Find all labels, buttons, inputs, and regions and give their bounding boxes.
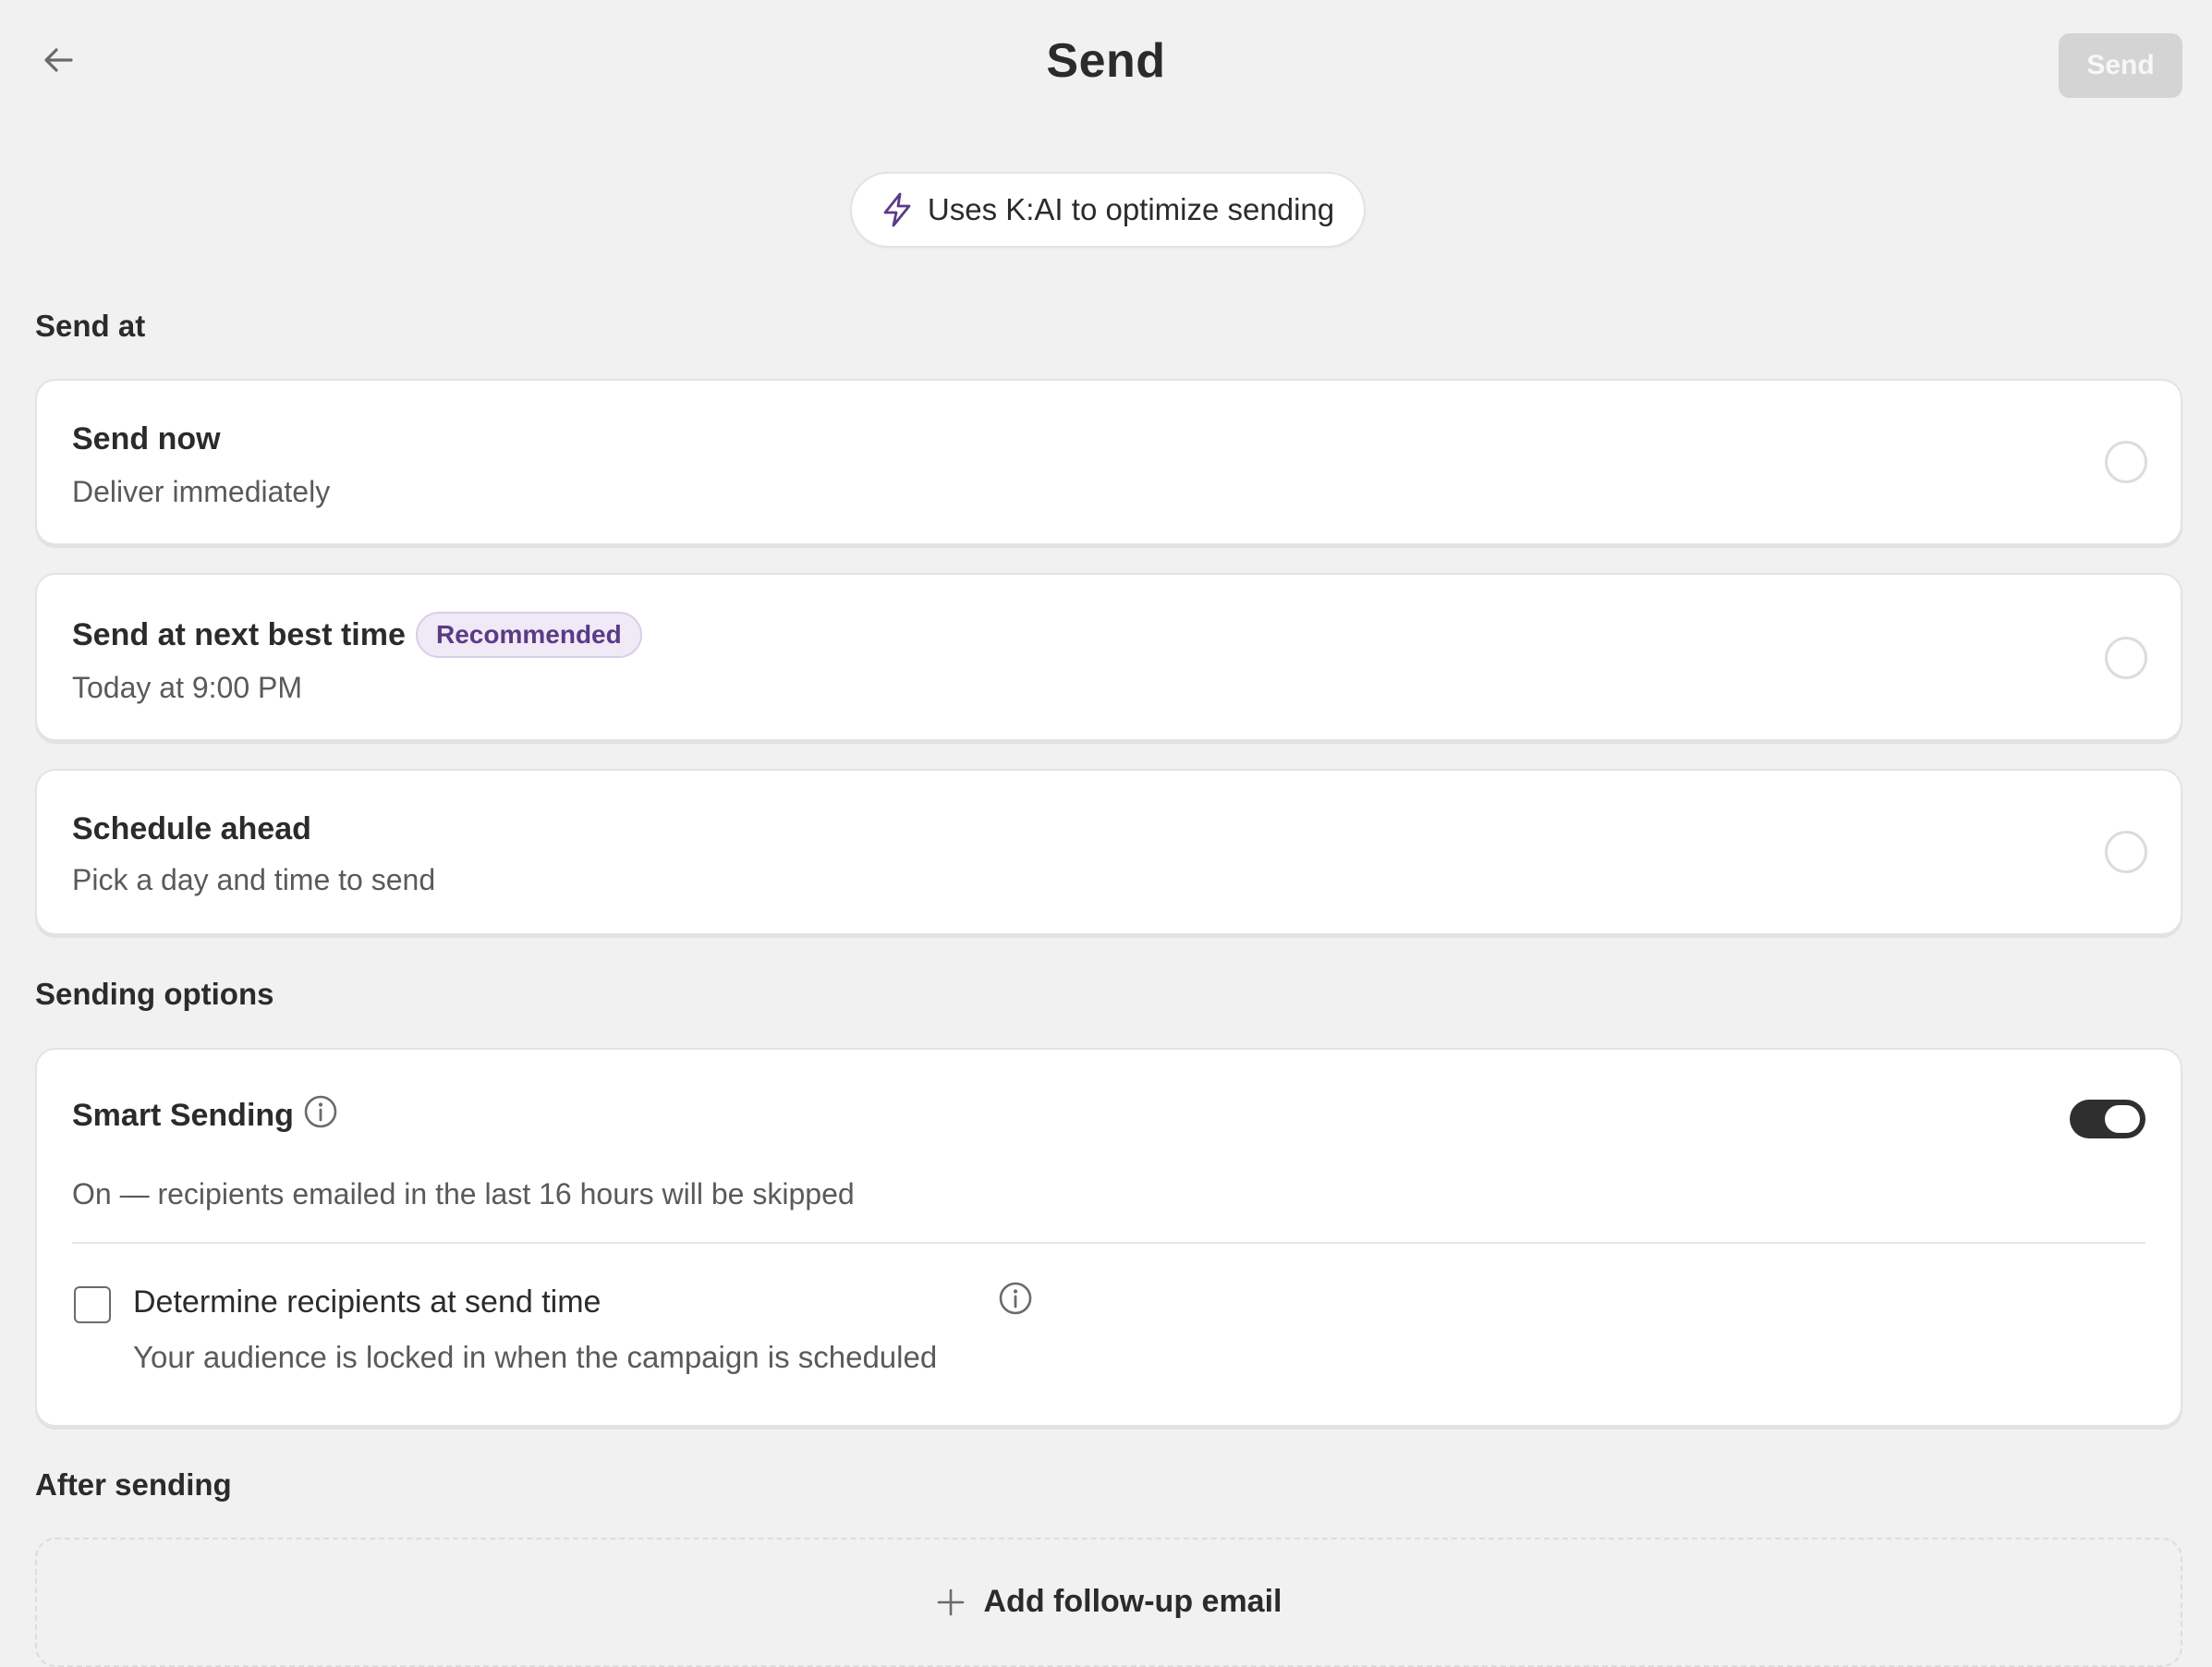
smart-sending-toggle[interactable] (2070, 1100, 2145, 1138)
after-sending-heading: After sending (35, 1467, 232, 1502)
sending-options-heading: Sending options (35, 977, 274, 1011)
send-button[interactable]: Send (2059, 33, 2182, 98)
add-followup-label: Add follow-up email (983, 1584, 1282, 1619)
next-best-time-title: Send at next best time (72, 617, 406, 652)
toggle-knob (2105, 1105, 2140, 1133)
next-best-time-radio[interactable] (2105, 637, 2147, 679)
send-now-subtitle: Deliver immediately (72, 475, 331, 508)
add-followup-area[interactable]: Add follow-up email (35, 1538, 2182, 1667)
schedule-ahead-radio[interactable] (2105, 831, 2147, 873)
ai-pill-text: Uses K:AI to optimize sending (927, 192, 1335, 226)
smart-sending-title: Smart Sending (72, 1098, 294, 1133)
send-now-title: Send now (72, 421, 221, 456)
determine-recipients-label: Determine recipients at send time (133, 1284, 602, 1320)
page-title: Send (1046, 34, 1166, 88)
plus-icon (937, 1588, 964, 1615)
info-icon[interactable] (998, 1281, 1033, 1316)
schedule-ahead-title: Schedule ahead (72, 811, 311, 846)
divider (72, 1242, 2145, 1244)
smart-sending-description: On — recipients emailed in the last 16 h… (72, 1177, 855, 1211)
schedule-ahead-subtitle: Pick a day and time to send (72, 863, 436, 896)
info-icon[interactable] (303, 1094, 338, 1129)
ai-optimization-pill: Uses K:AI to optimize sending (850, 172, 1366, 248)
send-now-radio[interactable] (2105, 441, 2147, 483)
determine-recipients-description: Your audience is locked in when the camp… (133, 1340, 938, 1374)
determine-recipients-checkbox[interactable] (74, 1286, 111, 1323)
schedule-ahead-option[interactable]: Schedule ahead Pick a day and time to se… (35, 769, 2182, 935)
add-followup-button[interactable]: Add follow-up email (37, 1584, 2181, 1620)
recommended-badge: Recommended (416, 612, 642, 658)
send-next-best-time-option[interactable]: Send at next best time Recommended Today… (35, 573, 2182, 741)
send-page: Send Send Uses K:AI to optimize sending … (0, 0, 2212, 1667)
sending-options-card: Smart Sending On — recipients emailed in… (35, 1048, 2182, 1427)
send-now-option[interactable]: Send now Deliver immediately (35, 379, 2182, 545)
send-at-heading: Send at (35, 309, 146, 343)
next-best-time-subtitle: Today at 9:00 PM (72, 671, 303, 704)
lightning-icon (883, 192, 911, 227)
